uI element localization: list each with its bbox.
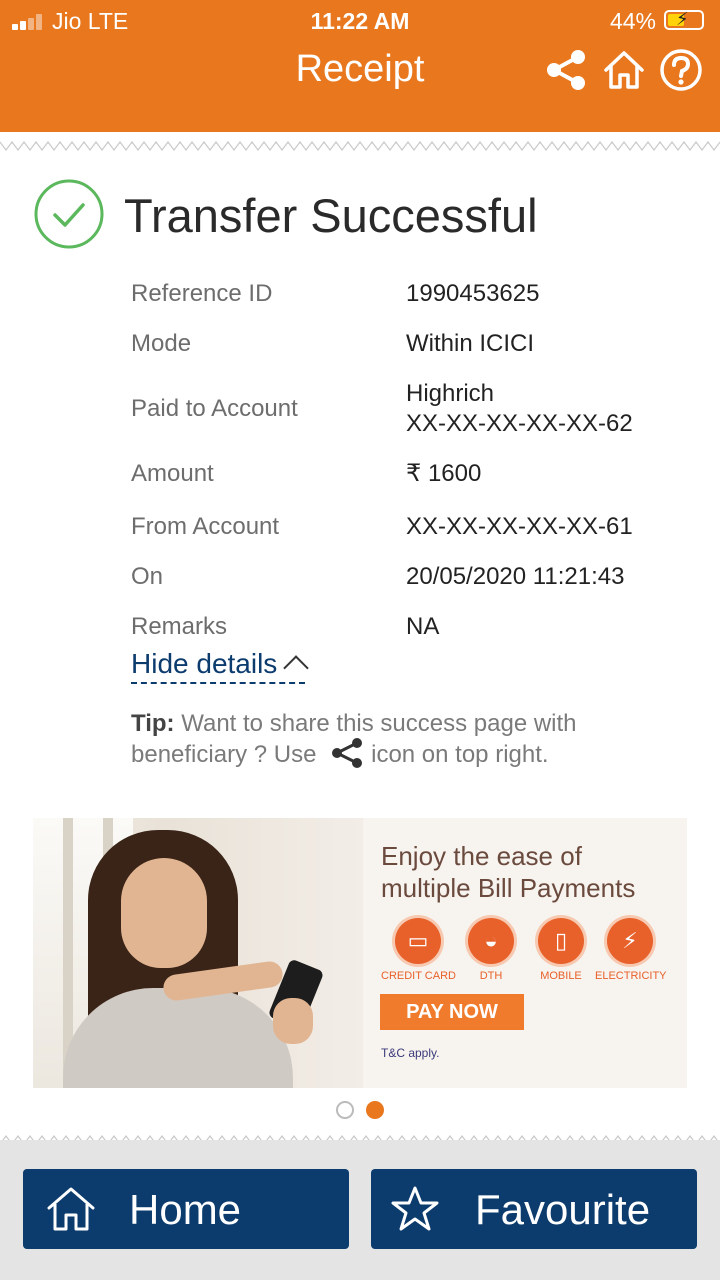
transaction-details: Reference ID 1990453625 Mode Within ICIC…	[131, 272, 691, 652]
chevron-up-icon	[283, 655, 310, 681]
bill-dth: ◒ DTH	[461, 918, 521, 982]
bill-mobile: ▯ MOBILE	[531, 918, 591, 982]
satellite-dish-icon: ◒	[484, 928, 498, 953]
payee-account: XX-XX-XX-XX-XX-62	[406, 410, 633, 437]
bottom-action-bar: Home Favourite	[0, 1140, 720, 1280]
favourite-button-label: Favourite	[475, 1186, 651, 1233]
share-icon	[332, 737, 363, 768]
detail-value: XX-XX-XX-XX-XX-61	[406, 513, 633, 540]
share-icon[interactable]	[544, 48, 588, 92]
detail-label: Reference ID	[131, 280, 273, 307]
home-button-label: Home	[129, 1186, 242, 1233]
detail-label: Amount	[131, 460, 214, 487]
tip-text-end: icon on top right.	[371, 741, 549, 768]
success-title: Transfer Successful	[124, 189, 538, 242]
status-bar: Jio LTE 11:22 AM 44% ⚡	[0, 6, 720, 36]
pay-now-button[interactable]: PAY NOW	[380, 994, 524, 1030]
zigzag-divider	[0, 141, 720, 151]
detail-value: ₹ 1600	[406, 460, 482, 487]
promo-banner[interactable]: Enjoy the ease of multiple Bill Payments…	[33, 818, 687, 1088]
detail-value: 1990453625	[406, 280, 540, 307]
detail-row-remarks: Remarks NA	[131, 602, 691, 652]
share-tip: Tip: Want to share this success page wit…	[131, 708, 631, 770]
terms-note: T&C apply.	[381, 1046, 440, 1060]
detail-row-on: On 20/05/2020 11:21:43	[131, 552, 691, 602]
tip-label: Tip:	[131, 710, 175, 737]
detail-label: Remarks	[131, 613, 228, 640]
detail-value: Highrich XX-XX-XX-XX-XX-62	[406, 379, 633, 439]
battery-percent: 44%	[609, 8, 656, 34]
detail-row-from-account: From Account XX-XX-XX-XX-XX-61	[131, 502, 691, 552]
detail-value: Within ICICI	[406, 330, 535, 357]
app-header: Jio LTE 11:22 AM 44% ⚡ Receipt	[0, 0, 720, 132]
detail-label: Mode	[131, 330, 192, 357]
banner-title: Enjoy the ease of multiple Bill Payments	[381, 841, 636, 903]
detail-row-paid-to: Paid to Account Highrich XX-XX-XX-XX-XX-…	[131, 372, 691, 446]
detail-label: Paid to Account	[131, 395, 298, 422]
banner-photo	[33, 818, 363, 1088]
help-icon[interactable]	[659, 48, 703, 92]
detail-label: From Account	[131, 513, 280, 540]
detail-row-mode: Mode Within ICICI	[131, 316, 691, 372]
home-button[interactable]: Home	[23, 1169, 349, 1249]
detail-row-amount: Amount ₹ 1600	[131, 446, 691, 502]
payee-name: Highrich	[406, 380, 495, 407]
bill-credit-card: ▭ CREDIT CARD	[381, 918, 456, 982]
detail-row-reference: Reference ID 1990453625	[131, 272, 691, 316]
home-icon[interactable]	[602, 48, 646, 92]
mobile-icon: ▯	[554, 928, 568, 953]
detail-label: On	[131, 563, 164, 590]
bill-categories: ▭ CREDIT CARD ◒ DTH ▯ MOBILE ⚡ ELECTRICI…	[381, 918, 681, 988]
star-icon	[391, 1186, 439, 1231]
detail-value: 20/05/2020 11:21:43	[406, 563, 625, 590]
bill-electricity: ⚡ ELECTRICITY	[595, 918, 667, 982]
check-circle-icon	[34, 179, 104, 249]
detail-value: NA	[406, 613, 440, 640]
home-icon	[47, 1187, 95, 1231]
battery-icon: ⚡	[664, 9, 704, 30]
credit-card-icon: ▭	[407, 928, 429, 953]
hide-details-label: Hide details	[131, 648, 278, 679]
carousel-indicator	[0, 1101, 720, 1119]
carousel-dot-active[interactable]	[366, 1101, 384, 1119]
hide-details-link[interactable]: Hide details	[131, 648, 310, 684]
favourite-button[interactable]: Favourite	[371, 1169, 697, 1249]
lightning-icon: ⚡	[622, 928, 638, 953]
carousel-dot[interactable]	[336, 1101, 354, 1119]
